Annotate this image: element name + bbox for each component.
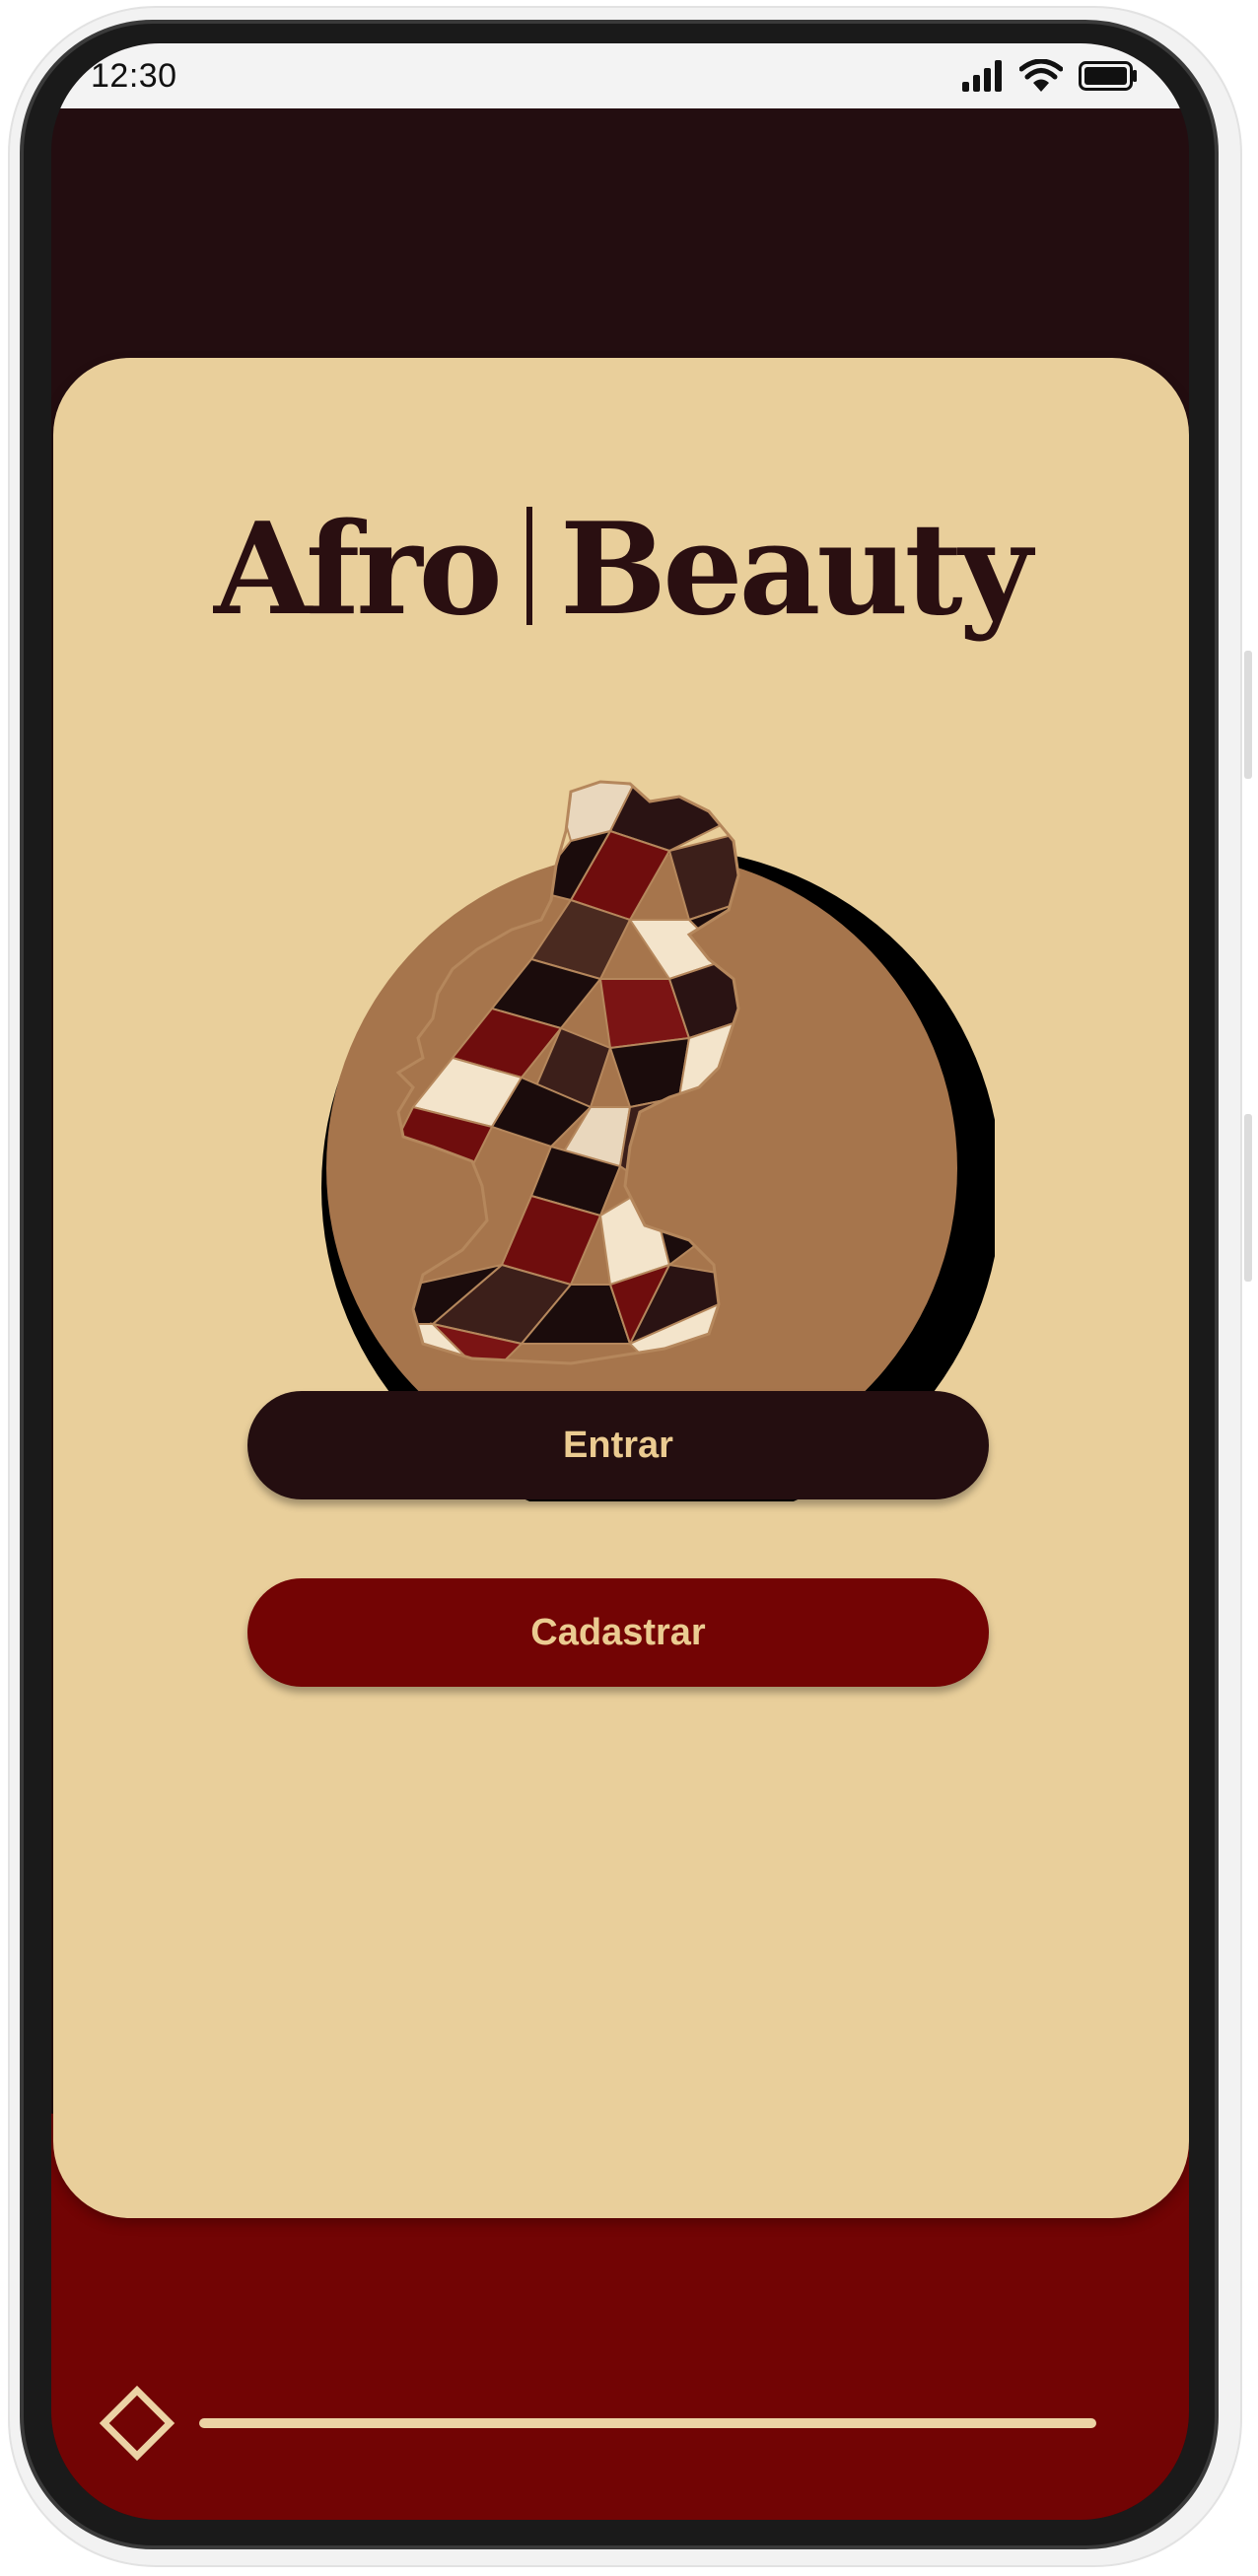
app-title-left: Afro <box>213 496 503 644</box>
status-icons <box>960 59 1138 93</box>
app-title-right: Beauty <box>559 496 1032 644</box>
status-time: 12:30 <box>91 56 177 95</box>
power-button <box>1244 1114 1252 1282</box>
status-bar: 12:30 <box>51 43 1189 108</box>
battery-icon <box>1079 61 1137 91</box>
slider-track[interactable] <box>199 2418 1096 2428</box>
screen: 12:30 Afro Beauty Entrar Cadastrar <box>51 43 1189 2520</box>
title-divider <box>525 507 532 625</box>
signal-icon <box>962 60 1002 92</box>
login-button[interactable]: Entrar <box>247 1391 989 1499</box>
wifi-icon <box>1019 59 1063 92</box>
register-button[interactable]: Cadastrar <box>247 1578 989 1687</box>
welcome-card: Afro Beauty <box>53 358 1189 2218</box>
app-title: Afro Beauty <box>53 496 1189 644</box>
volume-button <box>1244 651 1252 779</box>
